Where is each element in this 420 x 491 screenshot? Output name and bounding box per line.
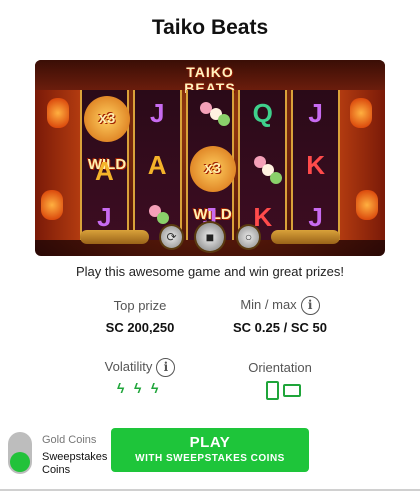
lantern-icon bbox=[350, 98, 372, 128]
banner-side-left bbox=[35, 90, 80, 240]
slot-reels: x3 WILD A J J A x3 WILD J Q K J K J bbox=[80, 90, 340, 240]
dango-icon bbox=[270, 172, 283, 184]
game-tagline: Play this awesome game and win great pri… bbox=[75, 264, 345, 279]
minmax-label-row: Min / max i bbox=[215, 296, 345, 315]
reel: J K J bbox=[291, 90, 340, 240]
dango-icon bbox=[217, 114, 230, 126]
gold-coins-label[interactable]: Gold Coins bbox=[42, 434, 96, 446]
symbol-j: J bbox=[308, 98, 323, 128]
reel: x3 WILD A J bbox=[80, 90, 130, 240]
autoplay-icon: ⟳ bbox=[158, 224, 185, 250]
play-button-sublabel: WITH SWEEPSTAKES COINS bbox=[135, 453, 285, 464]
info-icon[interactable]: i bbox=[156, 358, 176, 377]
symbol-j: J bbox=[149, 98, 165, 128]
phone-portrait-icon bbox=[266, 381, 279, 400]
wild-symbol: x3 WILD bbox=[84, 96, 130, 173]
lantern-icon bbox=[47, 98, 69, 128]
lantern-icon bbox=[356, 190, 378, 220]
play-button[interactable]: PLAY WITH SWEEPSTAKES COINS bbox=[111, 428, 309, 472]
symbol-a: A bbox=[95, 156, 114, 186]
symbol-a: A bbox=[147, 150, 167, 180]
orientation-label: Orientation bbox=[248, 360, 312, 375]
reel: Q K bbox=[238, 90, 288, 240]
symbol-k: K bbox=[306, 150, 325, 180]
win-bar bbox=[271, 230, 340, 244]
reel: x3 WILD J bbox=[185, 90, 236, 240]
lightning-bolt-icon: ϟ bbox=[117, 380, 125, 396]
minmax-value: SC 0.25 / SC 50 bbox=[233, 320, 327, 335]
top-prize-label: Top prize bbox=[113, 298, 167, 313]
info-icon[interactable]: i bbox=[300, 296, 320, 315]
top-prize-value: SC 200,250 bbox=[105, 320, 175, 335]
game-banner-image[interactable]: TAIKO BEATS x3 WILD A J J A x3 WILD J Q bbox=[35, 60, 385, 256]
volatility-label: Volatility bbox=[104, 358, 153, 374]
play-button-label: PLAY bbox=[189, 434, 231, 451]
orientation-icons bbox=[266, 381, 301, 400]
lightning-bolt-icon: ϟ bbox=[151, 380, 159, 396]
volatility-label-row: Volatility i bbox=[80, 358, 200, 377]
wild-symbol: x3 WILD bbox=[189, 146, 236, 223]
sweepstakes-coins-label[interactable]: Sweepstakes Coins bbox=[42, 451, 112, 477]
lightning-bolt-icon: ϟ bbox=[134, 380, 142, 396]
banner-side-right bbox=[340, 90, 385, 240]
slot-controls: ⟳ ■ ○ bbox=[80, 221, 340, 253]
spin-icon: ■ bbox=[194, 221, 226, 253]
lantern-icon bbox=[41, 190, 63, 220]
reel: J A bbox=[132, 90, 182, 240]
banner-logo: TAIKO BEATS bbox=[184, 64, 236, 96]
game-title: Taiko Beats bbox=[151, 16, 269, 39]
bet-bar bbox=[80, 230, 149, 244]
settings-icon: ○ bbox=[235, 224, 262, 250]
dango-icon bbox=[156, 212, 169, 224]
minmax-label: Min / max bbox=[240, 296, 297, 312]
toggle-knob[interactable] bbox=[10, 452, 30, 472]
phone-landscape-icon bbox=[283, 384, 301, 397]
symbol-q: Q bbox=[252, 98, 273, 128]
